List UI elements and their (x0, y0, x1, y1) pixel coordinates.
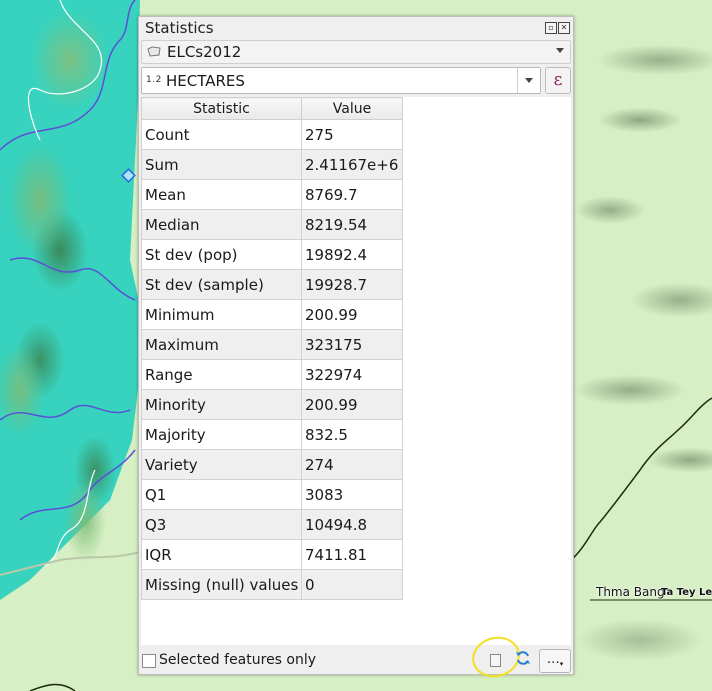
chevron-down-icon (556, 48, 564, 53)
table-row[interactable]: Minority 200.99 (141, 389, 403, 420)
value-cell: 19892.4 (301, 239, 403, 270)
close-panel-button[interactable]: ✕ (558, 22, 570, 34)
column-header-statistic[interactable]: Statistic (141, 97, 302, 120)
river-line (19, 449, 136, 521)
panel-footer: Selected features only …▾ (139, 631, 573, 683)
statistics-panel: Statistics ▫ ✕ ELCs2012 1.2 HECTARES ε S… (138, 16, 574, 683)
polygon-layer-icon (147, 46, 161, 57)
statistic-cell: Missing (null) values (141, 569, 302, 600)
value-cell: 2.41167e+6 (301, 149, 403, 180)
statistic-cell: Minority (141, 389, 302, 420)
numeric-field-icon: 1.2 (146, 75, 162, 85)
float-panel-button[interactable]: ▫ (545, 22, 557, 34)
more-options-label: … (546, 652, 560, 667)
table-row[interactable]: St dev (sample) 19928.7 (141, 269, 403, 300)
table-row[interactable]: Maximum 323175 (141, 329, 403, 360)
value-cell: 0 (301, 569, 403, 600)
point-marker (121, 168, 136, 183)
road-line (0, 551, 141, 576)
statistic-cell: St dev (sample) (141, 269, 302, 300)
river-line (0, 404, 131, 421)
value-cell: 322974 (301, 359, 403, 390)
value-cell: 8219.54 (301, 209, 403, 240)
map-label-thma-bang: Thma Bang (596, 585, 665, 599)
river-line (0, 0, 136, 151)
trail-line (27, 0, 103, 141)
table-row[interactable]: Minimum 200.99 (141, 299, 403, 330)
layer-select[interactable]: ELCs2012 (141, 40, 571, 64)
statistic-cell: Count (141, 119, 302, 150)
statistics-table: Statistic Value Count 275 Sum 2.41167e+6 M… (141, 97, 403, 600)
column-header-value[interactable]: Value (301, 97, 403, 120)
statistic-cell: Sum (141, 149, 302, 180)
table-row[interactable]: St dev (pop) 19892.4 (141, 239, 403, 270)
map-label-ta-tey-leu: Ta Tey Leu (661, 587, 712, 598)
statistics-table-area[interactable]: Statistic Value Count 275 Sum 2.41167e+6 M… (141, 97, 571, 645)
table-row[interactable]: Sum 2.41167e+6 (141, 149, 403, 180)
table-row[interactable]: Count 275 (141, 119, 403, 150)
value-cell: 3083 (301, 479, 403, 510)
trail-line (44, 469, 96, 567)
value-cell: 274 (301, 449, 403, 480)
layer-name: ELCs2012 (167, 43, 242, 61)
value-cell: 7411.81 (301, 539, 403, 570)
boundary-line (29, 683, 76, 691)
table-row[interactable]: Mean 8769.7 (141, 179, 403, 210)
value-cell: 8769.7 (301, 179, 403, 210)
statistic-cell: Q3 (141, 509, 302, 540)
statistic-cell: Q1 (141, 479, 302, 510)
table-row[interactable]: Range 322974 (141, 359, 403, 390)
copy-to-clipboard-icon[interactable] (487, 652, 501, 667)
value-cell: 200.99 (301, 389, 403, 420)
value-cell: 10494.8 (301, 509, 403, 540)
value-cell: 832.5 (301, 419, 403, 450)
chevron-down-icon (525, 78, 533, 83)
statistic-cell: Median (141, 209, 302, 240)
statistic-cell: Range (141, 359, 302, 390)
more-options-button[interactable]: …▾ (539, 649, 571, 673)
table-row[interactable]: Majority 832.5 (141, 419, 403, 450)
selected-features-only-checkbox[interactable] (142, 654, 156, 668)
panel-titlebar[interactable]: Statistics ▫ ✕ (139, 17, 573, 39)
value-cell: 200.99 (301, 299, 403, 330)
panel-title: Statistics (145, 19, 214, 37)
table-row[interactable]: Variety 274 (141, 449, 403, 480)
table-row[interactable]: Q1 3083 (141, 479, 403, 510)
field-select[interactable]: 1.2 HECTARES (141, 67, 541, 94)
field-dropdown-toggle[interactable] (517, 68, 540, 93)
value-cell: 323175 (301, 329, 403, 360)
statistic-cell: Majority (141, 419, 302, 450)
statistic-cell: Variety (141, 449, 302, 480)
statistic-cell: Maximum (141, 329, 302, 360)
selected-features-only-label[interactable]: Selected features only (159, 652, 316, 668)
table-row[interactable]: IQR 7411.81 (141, 539, 403, 570)
value-cell: 275 (301, 119, 403, 150)
field-name: HECTARES (166, 72, 245, 90)
river-line (9, 257, 136, 301)
table-row[interactable]: Q3 10494.8 (141, 509, 403, 540)
statistic-cell: Minimum (141, 299, 302, 330)
statistic-cell: Mean (141, 179, 302, 210)
statistic-cell: IQR (141, 539, 302, 570)
expression-builder-button[interactable]: ε (545, 67, 571, 94)
chevron-down-icon: ▾ (559, 660, 564, 668)
table-row[interactable]: Missing (null) values 0 (141, 569, 403, 600)
value-cell: 19928.7 (301, 269, 403, 300)
table-row[interactable]: Median 8219.54 (141, 209, 403, 240)
boundary-line (570, 397, 712, 561)
statistic-cell: St dev (pop) (141, 239, 302, 270)
refresh-icon[interactable] (515, 650, 531, 666)
